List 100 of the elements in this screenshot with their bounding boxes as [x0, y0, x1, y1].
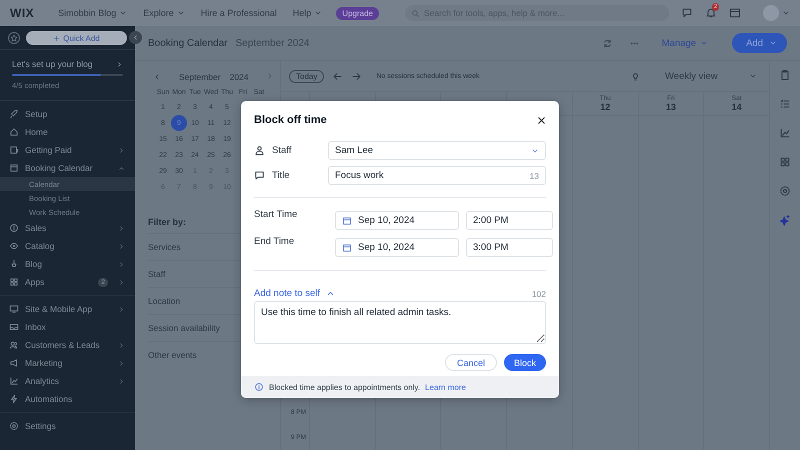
info-icon	[254, 382, 264, 392]
learn-more-link[interactable]: Learn more	[425, 382, 466, 392]
block-button[interactable]: Block	[504, 354, 546, 371]
sidebar-item[interactable]: Setup	[0, 105, 135, 123]
chevron-right-icon	[116, 60, 123, 68]
sidebar-item[interactable]: Getting Paid	[0, 141, 135, 159]
home-icon	[9, 127, 19, 137]
chevron-right-icon[interactable]	[266, 72, 274, 80]
calendar-icon	[342, 216, 352, 226]
nav-menu[interactable]: Explore	[135, 8, 193, 18]
chevron-up-icon	[118, 164, 125, 172]
filter-item[interactable]: Other events	[148, 350, 197, 360]
browser-icon[interactable]	[729, 7, 741, 19]
settings-icon[interactable]	[779, 185, 791, 197]
chevron-right-icon	[118, 242, 125, 250]
sidebar-item[interactable]: Catalog	[0, 237, 135, 255]
caret-icon	[769, 39, 777, 47]
refresh-icon[interactable]	[602, 38, 613, 48]
caret-icon	[700, 39, 708, 47]
chevron-right-icon	[118, 360, 125, 366]
cancel-button[interactable]: Cancel	[444, 354, 497, 371]
dialog-title: Block off time	[254, 114, 327, 126]
add-button[interactable]: Add	[732, 33, 787, 53]
sidebar-item[interactable]: Booking Calendar	[0, 159, 135, 177]
field-label: Staff	[272, 145, 292, 156]
chevron-right-icon	[118, 278, 125, 286]
monitor-icon	[9, 304, 19, 314]
plus-icon	[53, 34, 60, 42]
sidebar-item[interactable]: Marketing	[0, 354, 135, 372]
grid-icon	[9, 277, 19, 287]
sidebar-item[interactable]: Blog	[0, 255, 135, 273]
caret-icon	[119, 9, 128, 17]
caret-icon	[314, 9, 322, 17]
filter-item[interactable]: Location	[148, 296, 180, 306]
comment-icon	[254, 170, 265, 181]
apps-icon[interactable]	[779, 156, 791, 168]
person-icon	[254, 145, 265, 156]
chevron-right-icon	[118, 342, 125, 348]
site-menu[interactable]: Simobbin Blog	[50, 8, 136, 18]
sidebar-item[interactable]: Analytics	[0, 372, 135, 390]
sidebar-item[interactable]: Home	[0, 123, 135, 141]
chart-icon	[9, 376, 19, 386]
search-icon	[411, 8, 420, 18]
chart-icon[interactable]	[779, 127, 791, 139]
chevron-right-icon	[118, 260, 125, 268]
lightbulb-icon[interactable]	[630, 70, 641, 82]
upgrade-button[interactable]: Upgrade	[336, 6, 379, 20]
filter-item[interactable]: Session availability	[148, 323, 220, 333]
sidebar-item[interactable]: Customers & Leads	[0, 336, 135, 354]
bell-icon[interactable]	[705, 7, 717, 19]
chevron-left-icon[interactable]	[153, 73, 161, 81]
chevron-right-icon	[118, 306, 125, 312]
chevron-left-icon	[132, 34, 139, 41]
sidebar-item[interactable]: Sales	[0, 219, 135, 237]
checklist-icon[interactable]	[779, 98, 791, 110]
quick-add-button[interactable]: Quick Add	[26, 31, 127, 45]
manage-menu[interactable]: Manage	[656, 36, 714, 50]
field-label: Title	[272, 170, 290, 181]
page-title: Booking Calendar	[148, 38, 228, 48]
chat-icon[interactable]	[681, 7, 693, 19]
time-field[interactable]: 2:00 PM	[466, 211, 553, 230]
nav-menu[interactable]: Help	[284, 8, 330, 18]
view-dropdown[interactable]: Weekly view	[661, 67, 761, 85]
setup-link[interactable]: Let's set up your blog	[12, 59, 123, 69]
close-button[interactable]	[536, 114, 547, 126]
sparkle-icon[interactable]	[779, 214, 791, 226]
megaphone-icon	[9, 358, 19, 368]
staff-dropdown[interactable]: Sam Lee	[328, 141, 546, 160]
sidebar-item[interactable]: Inbox	[0, 318, 135, 336]
sidebar-item[interactable]: Site & Mobile App	[0, 300, 135, 318]
clipboard-icon[interactable]	[779, 69, 791, 81]
today-button[interactable]: Today	[289, 70, 324, 82]
character-counter: 13	[530, 170, 539, 180]
date-field[interactable]: Sep 10, 2024	[335, 238, 459, 257]
year-label: 2024	[230, 72, 249, 82]
nav-menu[interactable]: Hire a Professional	[192, 8, 285, 18]
close-icon	[536, 114, 547, 126]
date-field[interactable]: Sep 10, 2024	[335, 211, 459, 230]
title-field[interactable]: Focus work 13	[328, 166, 546, 185]
filter-item[interactable]: Staff	[148, 269, 166, 279]
caret-icon	[782, 9, 790, 17]
collapse-button[interactable]	[129, 31, 142, 44]
time-field[interactable]: 3:00 PM	[466, 238, 553, 257]
sidebar-item[interactable]: Automations	[0, 390, 135, 408]
bolt-icon	[9, 394, 19, 404]
filter-item[interactable]: Services	[148, 242, 181, 252]
note-toggle[interactable]: Add note to self	[254, 288, 336, 299]
caret-icon	[176, 9, 185, 17]
wix-logo: WIX	[10, 6, 34, 20]
arrow-left-icon[interactable]	[332, 70, 344, 82]
sidebar-item[interactable]: Settings	[0, 417, 135, 435]
chevron-right-icon	[118, 378, 125, 384]
chevron-right-icon	[118, 146, 125, 154]
calendar-icon	[342, 242, 352, 252]
note-field[interactable]: Use this time to finish all related admin tasks.	[254, 301, 546, 344]
date-label: 13	[666, 102, 676, 112]
date-label: 12	[600, 102, 610, 112]
star-icon[interactable]	[10, 34, 18, 42]
calendar-icon	[9, 163, 19, 173]
arrow-right-icon[interactable]	[351, 70, 362, 82]
